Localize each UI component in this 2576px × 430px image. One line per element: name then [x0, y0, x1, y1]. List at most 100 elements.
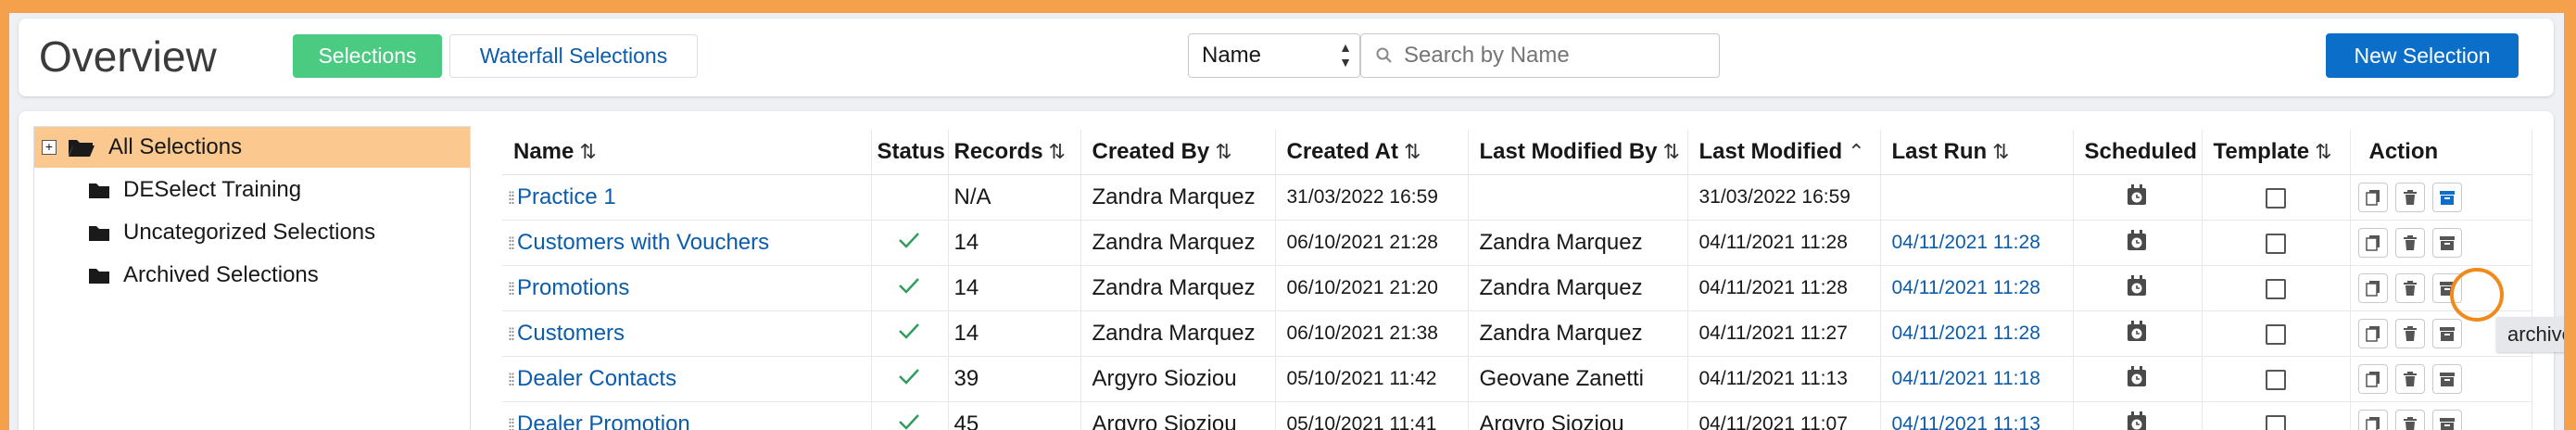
schedule-icon[interactable] — [2125, 365, 2149, 394]
schedule-icon[interactable] — [2125, 411, 2149, 430]
copy-icon[interactable] — [2357, 183, 2388, 212]
delete-icon[interactable] — [2394, 273, 2425, 303]
page-title: Overview — [39, 32, 217, 81]
selection-name-link[interactable]: Promotions — [517, 275, 629, 300]
search-input[interactable] — [1402, 42, 1702, 70]
cell-scheduled — [2073, 174, 2203, 221]
tree-item-all-selections[interactable]: + All Selections — [34, 127, 470, 168]
drag-handle-icon[interactable]: ⁞⁞ — [508, 189, 515, 208]
template-checkbox[interactable] — [2265, 369, 2286, 390]
schedule-icon[interactable] — [2125, 229, 2149, 258]
copy-icon[interactable] — [2357, 319, 2388, 348]
column-header-created-at[interactable]: Created At ⇅ — [1275, 130, 1469, 175]
last-run-link[interactable]: 04/11/2021 11:13 — [1892, 413, 2040, 430]
drag-handle-icon[interactable]: ⁞⁞ — [508, 416, 515, 430]
selections-tab-button[interactable]: Selections — [293, 34, 442, 78]
cell-last-modified-by: Geovane Zanetti — [1468, 356, 1688, 402]
tree-item-label: DESelect Training — [123, 177, 302, 202]
new-selection-button[interactable]: New Selection — [2326, 33, 2519, 78]
column-header-records[interactable]: Records ⇅ — [948, 130, 1081, 175]
drag-handle-icon[interactable]: ⁞⁞ — [508, 325, 515, 344]
table-row: ⁞⁞ Dealer Contacts 39 Argyro Sioziou 05/10/2… — [502, 356, 2532, 402]
selection-name-link[interactable]: Dealer Contacts — [517, 366, 676, 391]
last-run-link[interactable]: 04/11/2021 11:28 — [1892, 232, 2040, 253]
column-label: Records — [953, 139, 1043, 164]
selection-name-link[interactable]: Customers — [517, 321, 625, 346]
schedule-icon[interactable] — [2125, 320, 2149, 348]
copy-icon[interactable] — [2357, 410, 2388, 430]
schedule-icon[interactable] — [2125, 274, 2149, 303]
last-run-link[interactable]: 04/11/2021 11:28 — [1892, 322, 2040, 344]
sort-icon[interactable]: ⇅ — [579, 140, 596, 163]
template-checkbox[interactable] — [2265, 233, 2286, 254]
archive-icon[interactable] — [2431, 410, 2462, 430]
delete-icon[interactable] — [2394, 228, 2425, 258]
cell-last-modified: 04/11/2021 11:27 — [1687, 310, 1881, 357]
search-box[interactable] — [1360, 33, 1720, 78]
selection-name-link[interactable]: Practice 1 — [517, 184, 616, 209]
cell-name: ⁞⁞ Dealer Promotion — [502, 401, 872, 430]
open-folder-icon — [69, 140, 95, 157]
template-checkbox[interactable] — [2265, 414, 2286, 430]
schedule-icon[interactable] — [2125, 183, 2149, 212]
last-run-link[interactable]: 04/11/2021 11:18 — [1892, 368, 2040, 389]
cell-action — [2350, 220, 2532, 266]
drag-handle-icon[interactable]: ⁞⁞ — [508, 280, 515, 298]
drag-handle-icon[interactable]: ⁞⁞ — [508, 234, 515, 253]
template-checkbox[interactable] — [2265, 323, 2286, 345]
select-arrows-icon: ▲ ▼ — [1339, 40, 1352, 70]
column-header-created-by[interactable]: Created By ⇅ — [1080, 130, 1276, 175]
drag-handle-icon[interactable]: ⁞⁞ — [508, 371, 515, 389]
column-label: Last Run — [1891, 139, 1988, 164]
folder-icon — [89, 269, 109, 284]
sort-desc-icon[interactable]: ⌃ — [1848, 140, 1864, 163]
tree-item-archived[interactable]: Archived Selections — [88, 255, 319, 296]
copy-icon[interactable] — [2357, 273, 2388, 303]
copy-icon[interactable] — [2357, 228, 2388, 258]
search-field-select[interactable]: Name ▲ ▼ — [1188, 33, 1360, 78]
archive-icon[interactable] — [2431, 228, 2462, 258]
cell-action — [2350, 174, 2532, 221]
waterfall-selections-tab-button[interactable]: Waterfall Selections — [449, 34, 698, 78]
column-header-last-run[interactable]: Last Run ⇅ — [1880, 130, 2074, 175]
sort-icon[interactable]: ⇅ — [1215, 140, 1231, 163]
cell-last-modified-by: Argyro Sioziou — [1468, 401, 1688, 430]
cell-scheduled — [2073, 401, 2203, 430]
cell-status — [871, 356, 949, 402]
column-header-last-modified[interactable]: Last Modified ⌃ — [1687, 130, 1881, 175]
sort-icon[interactable]: ⇅ — [2315, 140, 2331, 163]
copy-icon[interactable] — [2357, 364, 2388, 394]
selection-name-link[interactable]: Dealer Promotion — [517, 411, 690, 430]
delete-icon[interactable] — [2394, 364, 2425, 394]
column-header-name[interactable]: Name ⇅ — [502, 130, 872, 175]
column-header-template[interactable]: Template ⇅ — [2202, 130, 2351, 175]
delete-icon[interactable] — [2394, 183, 2425, 212]
cell-last-modified: 31/03/2022 16:59 — [1687, 174, 1881, 221]
sort-icon[interactable]: ⇅ — [1404, 140, 1421, 163]
selection-name-link[interactable]: Customers with Vouchers — [517, 230, 769, 255]
cell-last-modified-by: Zandra Marquez — [1468, 310, 1688, 357]
delete-icon[interactable] — [2394, 319, 2425, 348]
search-icon — [1376, 47, 1392, 63]
template-checkbox[interactable] — [2265, 278, 2286, 299]
archive-icon[interactable] — [2431, 319, 2462, 348]
column-label: Status — [877, 139, 945, 164]
cell-last-run: 04/11/2021 11:28 — [1880, 310, 2074, 357]
column-header-last-modified-by[interactable]: Last Modified By ⇅ — [1468, 130, 1688, 175]
sort-icon[interactable]: ⇅ — [1049, 140, 1066, 163]
archive-icon[interactable] — [2431, 364, 2462, 394]
last-run-link[interactable]: 04/11/2021 11:28 — [1892, 277, 2040, 298]
tree-item-uncategorized[interactable]: Uncategorized Selections — [88, 212, 375, 253]
cell-created-at: 05/10/2021 11:41 — [1275, 401, 1469, 430]
sort-icon[interactable]: ⇅ — [1992, 140, 2009, 163]
table-row: ⁞⁞ Customers with Vouchers 14 Zandra Marque… — [502, 220, 2532, 266]
column-header-scheduled: Scheduled — [2073, 130, 2203, 175]
delete-icon[interactable] — [2394, 410, 2425, 430]
tree-item-deselect-training[interactable]: DESelect Training — [88, 170, 301, 210]
archive-icon[interactable] — [2431, 183, 2462, 212]
cell-last-run: 04/11/2021 11:28 — [1880, 265, 2074, 311]
template-checkbox[interactable] — [2265, 187, 2286, 209]
expand-icon[interactable]: + — [42, 140, 57, 155]
sort-icon[interactable]: ⇅ — [1663, 140, 1680, 163]
cell-action — [2350, 356, 2532, 402]
